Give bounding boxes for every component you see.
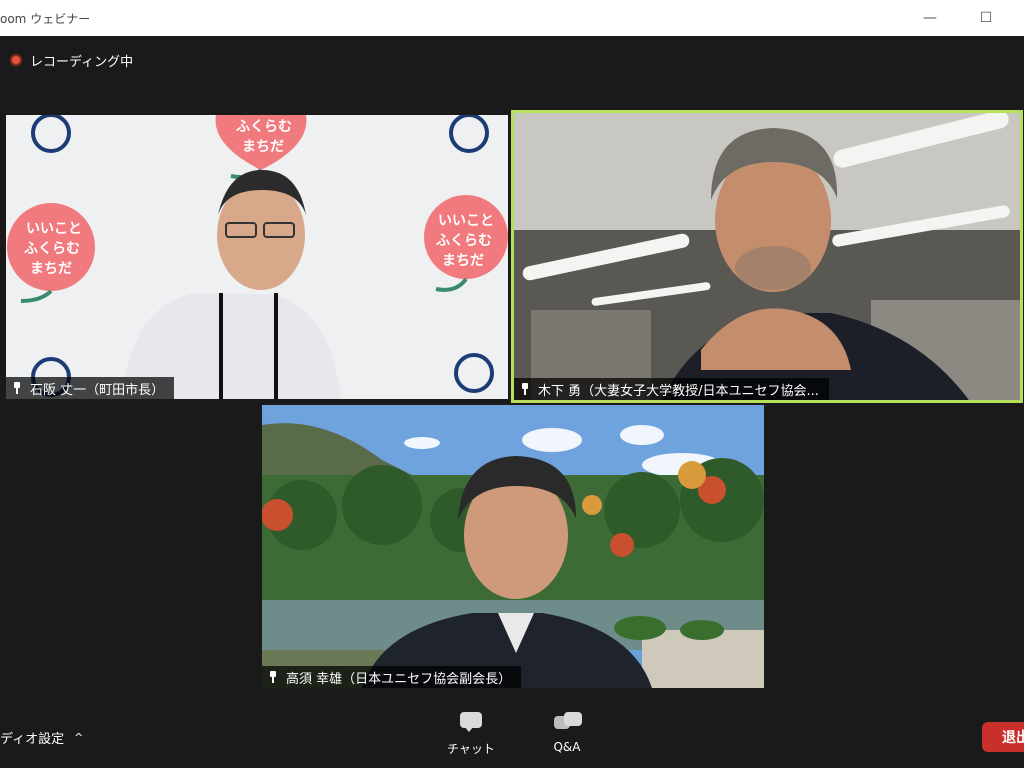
window-title: oom ウェビナー <box>0 12 91 26</box>
backdrop-slogan-left-3: まちだ <box>30 261 72 277</box>
video-feed-1: いいこと ふくらむ まちだ いいこと ふくらむ まちだ ふくらむ まちだ <box>6 115 508 399</box>
backdrop-slogan-left-1: いいこと <box>26 221 82 237</box>
backdrop-slogan-right-3: まちだ <box>442 253 484 269</box>
recording-indicator[interactable]: レコーディング中 <box>10 50 133 70</box>
window-titlebar: oom ウェビナー — ☐ <box>0 0 1024 36</box>
participant-name: 高須 幸雄（日本ユニセフ協会副会長） <box>286 671 512 687</box>
qa-button[interactable]: Q&A <box>532 712 602 754</box>
video-tile-1[interactable]: いいこと ふくらむ まちだ いいこと ふくらむ まちだ ふくらむ まちだ 石阪 … <box>6 115 508 399</box>
chevron-up-icon[interactable]: ^ <box>74 731 83 744</box>
chat-button[interactable]: チャット <box>436 712 506 757</box>
backdrop-slogan-left-2: ふくらむ <box>24 241 80 257</box>
audio-settings-button[interactable]: ディオ設定 ^ <box>0 728 83 747</box>
participant-nametag: 高須 幸雄（日本ユニセフ協会副会長） <box>262 666 522 688</box>
video-feed-2 <box>511 110 1023 403</box>
video-feed-3 <box>262 405 764 688</box>
chat-icon <box>458 712 484 732</box>
participant-nametag: 石阪 丈一（町田市長） <box>6 377 175 399</box>
qa-label: Q&A <box>553 740 581 754</box>
participant-nametag: 木下 勇（大妻女子大学教授/日本ユニセフ協会... <box>514 378 829 400</box>
chat-label: チャット <box>447 742 495 756</box>
pin-icon[interactable] <box>12 382 22 394</box>
video-tile-3[interactable]: 高須 幸雄（日本ユニセフ協会副会長） <box>262 405 764 688</box>
backdrop-slogan-right-1: いいこと <box>438 213 494 229</box>
recording-label: レコーディング中 <box>30 54 134 70</box>
backdrop-slogan-top-3: まちだ <box>242 139 284 155</box>
participant-name: 木下 勇（大妻女子大学教授/日本ユニセフ協会... <box>538 383 819 399</box>
backdrop-slogan-right-2: ふくらむ <box>436 233 492 249</box>
qa-icon <box>554 712 582 732</box>
backdrop-slogan-top-2: ふくらむ <box>236 119 292 135</box>
video-tile-2[interactable]: 木下 勇（大妻女子大学教授/日本ユニセフ協会... <box>511 110 1023 403</box>
leave-button[interactable]: 退出 <box>982 722 1024 752</box>
audio-settings-label: ディオ設定 <box>0 732 65 747</box>
maximize-icon[interactable]: ☐ <box>974 6 998 30</box>
participant-name: 石阪 丈一（町田市長） <box>30 382 165 398</box>
recording-dot-icon <box>10 54 22 66</box>
minimize-icon[interactable]: — <box>918 6 942 30</box>
pin-icon[interactable] <box>520 383 530 395</box>
pin-icon[interactable] <box>268 671 278 683</box>
